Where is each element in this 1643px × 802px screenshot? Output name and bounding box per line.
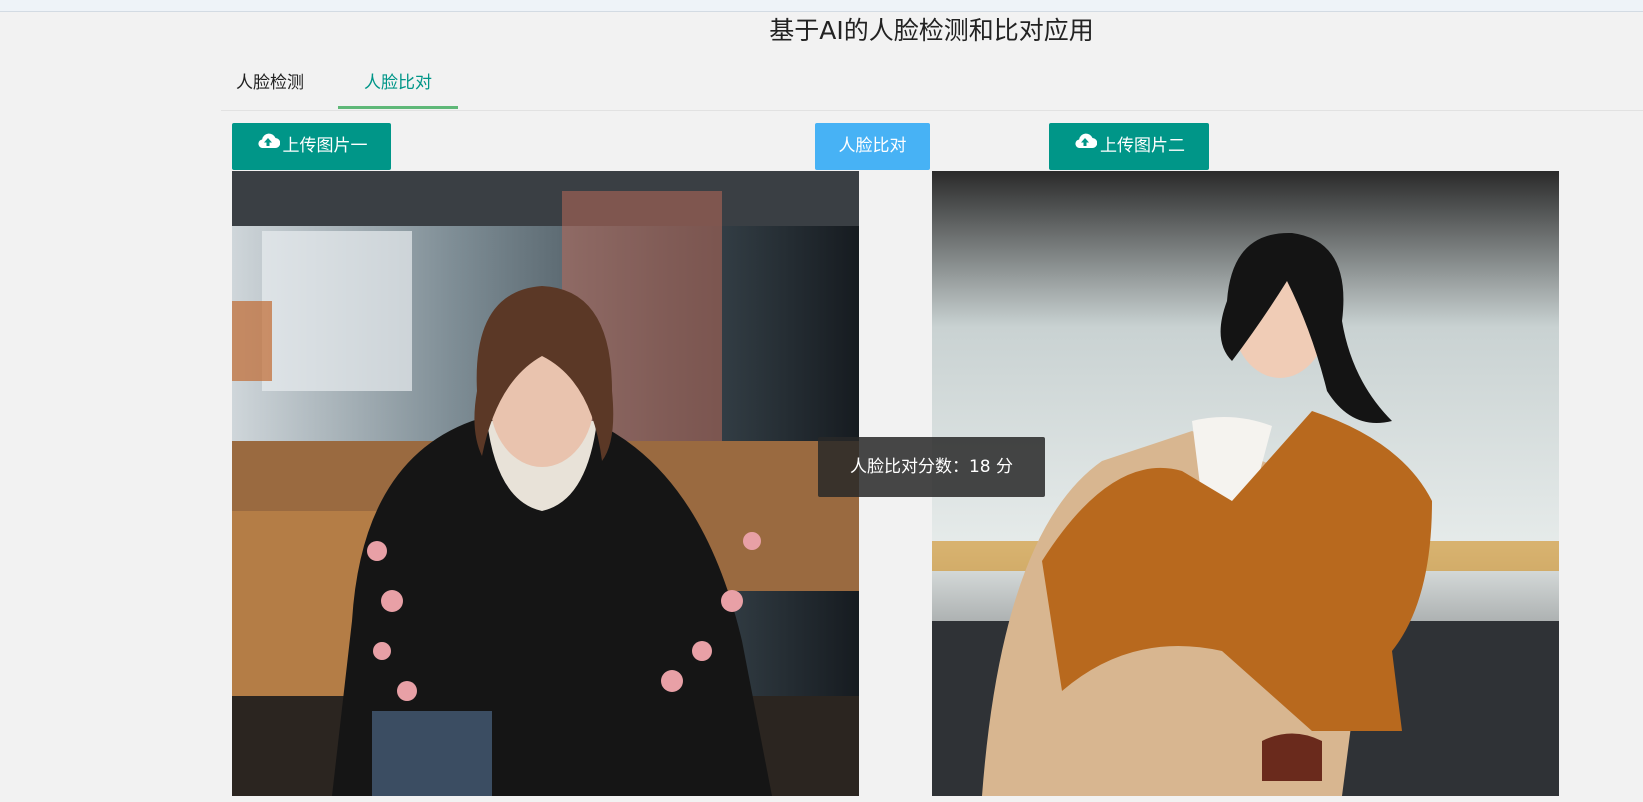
upload-image-two-button[interactable]: 上传图片二: [1049, 123, 1209, 170]
tab-bar: 人脸检测 人脸比对: [221, 61, 1643, 111]
upload-image-two-label: 上传图片二: [1100, 136, 1185, 156]
browser-bookmarks-bar: [0, 0, 1643, 12]
comparison-score-toast: 人脸比对分数：18 分: [818, 437, 1045, 497]
cloud-upload-icon: [1073, 121, 1098, 168]
compare-faces-button[interactable]: 人脸比对: [815, 123, 930, 170]
tab-face-detection[interactable]: 人脸检测: [221, 61, 319, 109]
tab-face-comparison[interactable]: 人脸比对: [338, 61, 458, 109]
upload-image-one-button[interactable]: 上传图片一: [232, 123, 391, 170]
upload-image-one-label: 上传图片一: [282, 136, 368, 156]
cloud-upload-icon: [256, 121, 280, 168]
image-one-preview: [232, 171, 859, 796]
page-title: 基于AI的人脸检测和比对应用: [769, 16, 1094, 45]
